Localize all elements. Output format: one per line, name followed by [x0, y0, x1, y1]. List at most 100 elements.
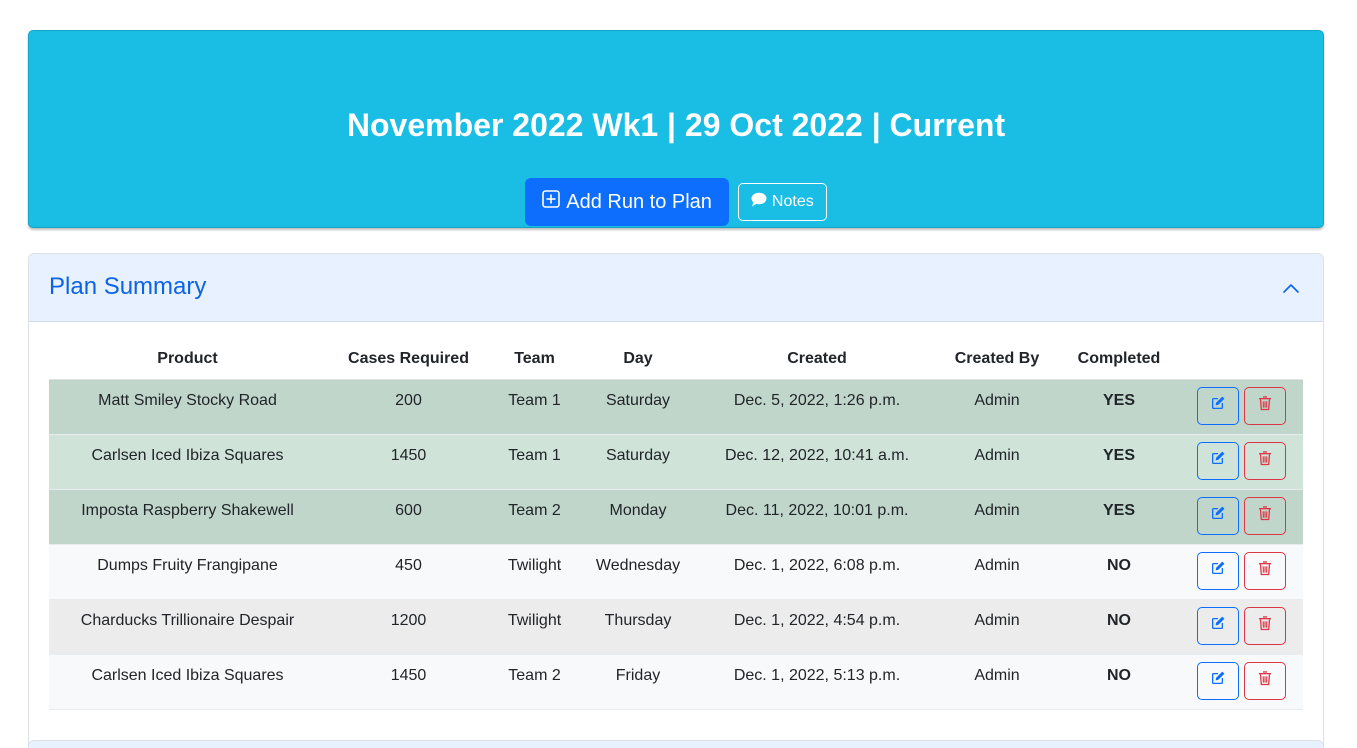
- table-row: Carlsen Iced Ibiza Squares 1450 Team 2 Frid…: [49, 654, 1303, 710]
- column-header-actions: [1180, 340, 1303, 380]
- cell-completed: NO: [1058, 544, 1180, 600]
- table-row: Carlsen Iced Ibiza Squares 1450 Team 1 Satu…: [49, 434, 1303, 490]
- cell-product: Matt Smiley Stocky Road: [49, 379, 326, 435]
- column-header-created: Created: [698, 340, 936, 380]
- cell-created-by: Admin: [936, 434, 1058, 490]
- table-row: Matt Smiley Stocky Road 200 Team 1 Saturday…: [49, 379, 1303, 435]
- cell-product: Carlsen Iced Ibiza Squares: [49, 654, 326, 710]
- cell-created: Dec. 5, 2022, 1:26 p.m.: [698, 379, 936, 435]
- cell-cases-required: 600: [326, 489, 491, 545]
- add-run-to-plan-button[interactable]: Add Run to Plan: [525, 178, 729, 226]
- column-header-product: Product: [49, 340, 326, 380]
- cell-day: Saturday: [578, 379, 698, 435]
- plan-summary-title: Plan Summary: [49, 273, 207, 300]
- next-accordion-section[interactable]: [28, 740, 1324, 748]
- pencil-square-icon: [1210, 395, 1226, 416]
- row-actions: [1180, 386, 1303, 425]
- delete-button[interactable]: [1244, 386, 1286, 425]
- cell-completed: NO: [1058, 654, 1180, 710]
- cell-actions: [1180, 379, 1303, 435]
- trash-icon: [1257, 670, 1273, 691]
- cell-created-by: Admin: [936, 599, 1058, 655]
- delete-button[interactable]: [1244, 441, 1286, 480]
- trash-icon: [1257, 560, 1273, 581]
- cell-product: Dumps Fruity Frangipane: [49, 544, 326, 600]
- cell-cases-required: 1450: [326, 434, 491, 490]
- cell-team: Team 2: [491, 489, 578, 545]
- column-header-completed: Completed: [1058, 340, 1180, 380]
- pencil-square-icon: [1210, 450, 1226, 471]
- cell-team: Twilight: [491, 544, 578, 600]
- table-row: Charducks Trillionaire Despair 1200 Twilig…: [49, 599, 1303, 655]
- cell-actions: [1180, 599, 1303, 655]
- cell-created: Dec. 1, 2022, 5:13 p.m.: [698, 654, 936, 710]
- cell-day: Thursday: [578, 599, 698, 655]
- header-actions: Add Run to Plan Notes: [29, 178, 1323, 226]
- cell-team: Team 1: [491, 434, 578, 490]
- plan-header-banner: November 2022 Wk1 | 29 Oct 2022 | Curren…: [28, 30, 1324, 228]
- cell-day: Saturday: [578, 434, 698, 490]
- cell-actions: [1180, 489, 1303, 545]
- row-actions: [1180, 496, 1303, 535]
- cell-completed: YES: [1058, 434, 1180, 490]
- trash-icon: [1257, 505, 1273, 526]
- cell-created-by: Admin: [936, 379, 1058, 435]
- cell-completed: YES: [1058, 489, 1180, 545]
- delete-button[interactable]: [1244, 551, 1286, 590]
- cell-created: Dec. 1, 2022, 6:08 p.m.: [698, 544, 936, 600]
- cell-cases-required: 200: [326, 379, 491, 435]
- cell-actions: [1180, 434, 1303, 490]
- cell-day: Wednesday: [578, 544, 698, 600]
- edit-button[interactable]: [1197, 441, 1239, 480]
- table-header-row: Product Cases Required Team Day Created …: [49, 340, 1303, 380]
- cell-actions: [1180, 544, 1303, 600]
- cell-cases-required: 1200: [326, 599, 491, 655]
- cell-created-by: Admin: [936, 544, 1058, 600]
- plus-square-icon: [542, 190, 561, 214]
- cell-completed: YES: [1058, 379, 1180, 435]
- delete-button[interactable]: [1244, 606, 1286, 645]
- cell-product: Charducks Trillionaire Despair: [49, 599, 326, 655]
- delete-button[interactable]: [1244, 661, 1286, 700]
- cell-actions: [1180, 654, 1303, 710]
- plan-summary-card: Plan Summary Product Cases Required Team…: [28, 253, 1324, 748]
- cell-team: Team 2: [491, 654, 578, 710]
- edit-button[interactable]: [1197, 551, 1239, 590]
- cell-cases-required: 1450: [326, 654, 491, 710]
- trash-icon: [1257, 395, 1273, 416]
- delete-button[interactable]: [1244, 496, 1286, 535]
- notes-label: Notes: [771, 193, 814, 210]
- row-actions: [1180, 606, 1303, 645]
- pencil-square-icon: [1210, 615, 1226, 636]
- add-run-to-plan-label: Add Run to Plan: [566, 190, 712, 213]
- cell-day: Monday: [578, 489, 698, 545]
- cell-created: Dec. 1, 2022, 4:54 p.m.: [698, 599, 936, 655]
- row-actions: [1180, 551, 1303, 590]
- column-header-day: Day: [578, 340, 698, 380]
- chevron-up-icon[interactable]: [1279, 276, 1303, 300]
- cell-completed: NO: [1058, 599, 1180, 655]
- trash-icon: [1257, 615, 1273, 636]
- pencil-square-icon: [1210, 560, 1226, 581]
- table-row: Imposta Raspberry Shakewell 600 Team 2 Mond…: [49, 489, 1303, 545]
- plan-summary-header[interactable]: Plan Summary: [29, 254, 1323, 322]
- cell-team: Team 1: [491, 379, 578, 435]
- cell-created-by: Admin: [936, 489, 1058, 545]
- cell-day: Friday: [578, 654, 698, 710]
- column-header-created-by: Created By: [936, 340, 1058, 380]
- row-actions: [1180, 661, 1303, 700]
- column-header-cases-required: Cases Required: [326, 340, 491, 380]
- edit-button[interactable]: [1197, 661, 1239, 700]
- edit-button[interactable]: [1197, 606, 1239, 645]
- cell-created-by: Admin: [936, 654, 1058, 710]
- pencil-square-icon: [1210, 670, 1226, 691]
- pencil-square-icon: [1210, 505, 1226, 526]
- notes-button[interactable]: Notes: [737, 183, 827, 221]
- cell-team: Twilight: [491, 599, 578, 655]
- cell-product: Carlsen Iced Ibiza Squares: [49, 434, 326, 490]
- edit-button[interactable]: [1197, 496, 1239, 535]
- page-title: November 2022 Wk1 | 29 Oct 2022 | Curren…: [346, 107, 1006, 143]
- edit-button[interactable]: [1197, 386, 1239, 425]
- chat-bubble-icon: [751, 192, 767, 212]
- table-body: Matt Smiley Stocky Road 200 Team 1 Saturday…: [49, 379, 1303, 710]
